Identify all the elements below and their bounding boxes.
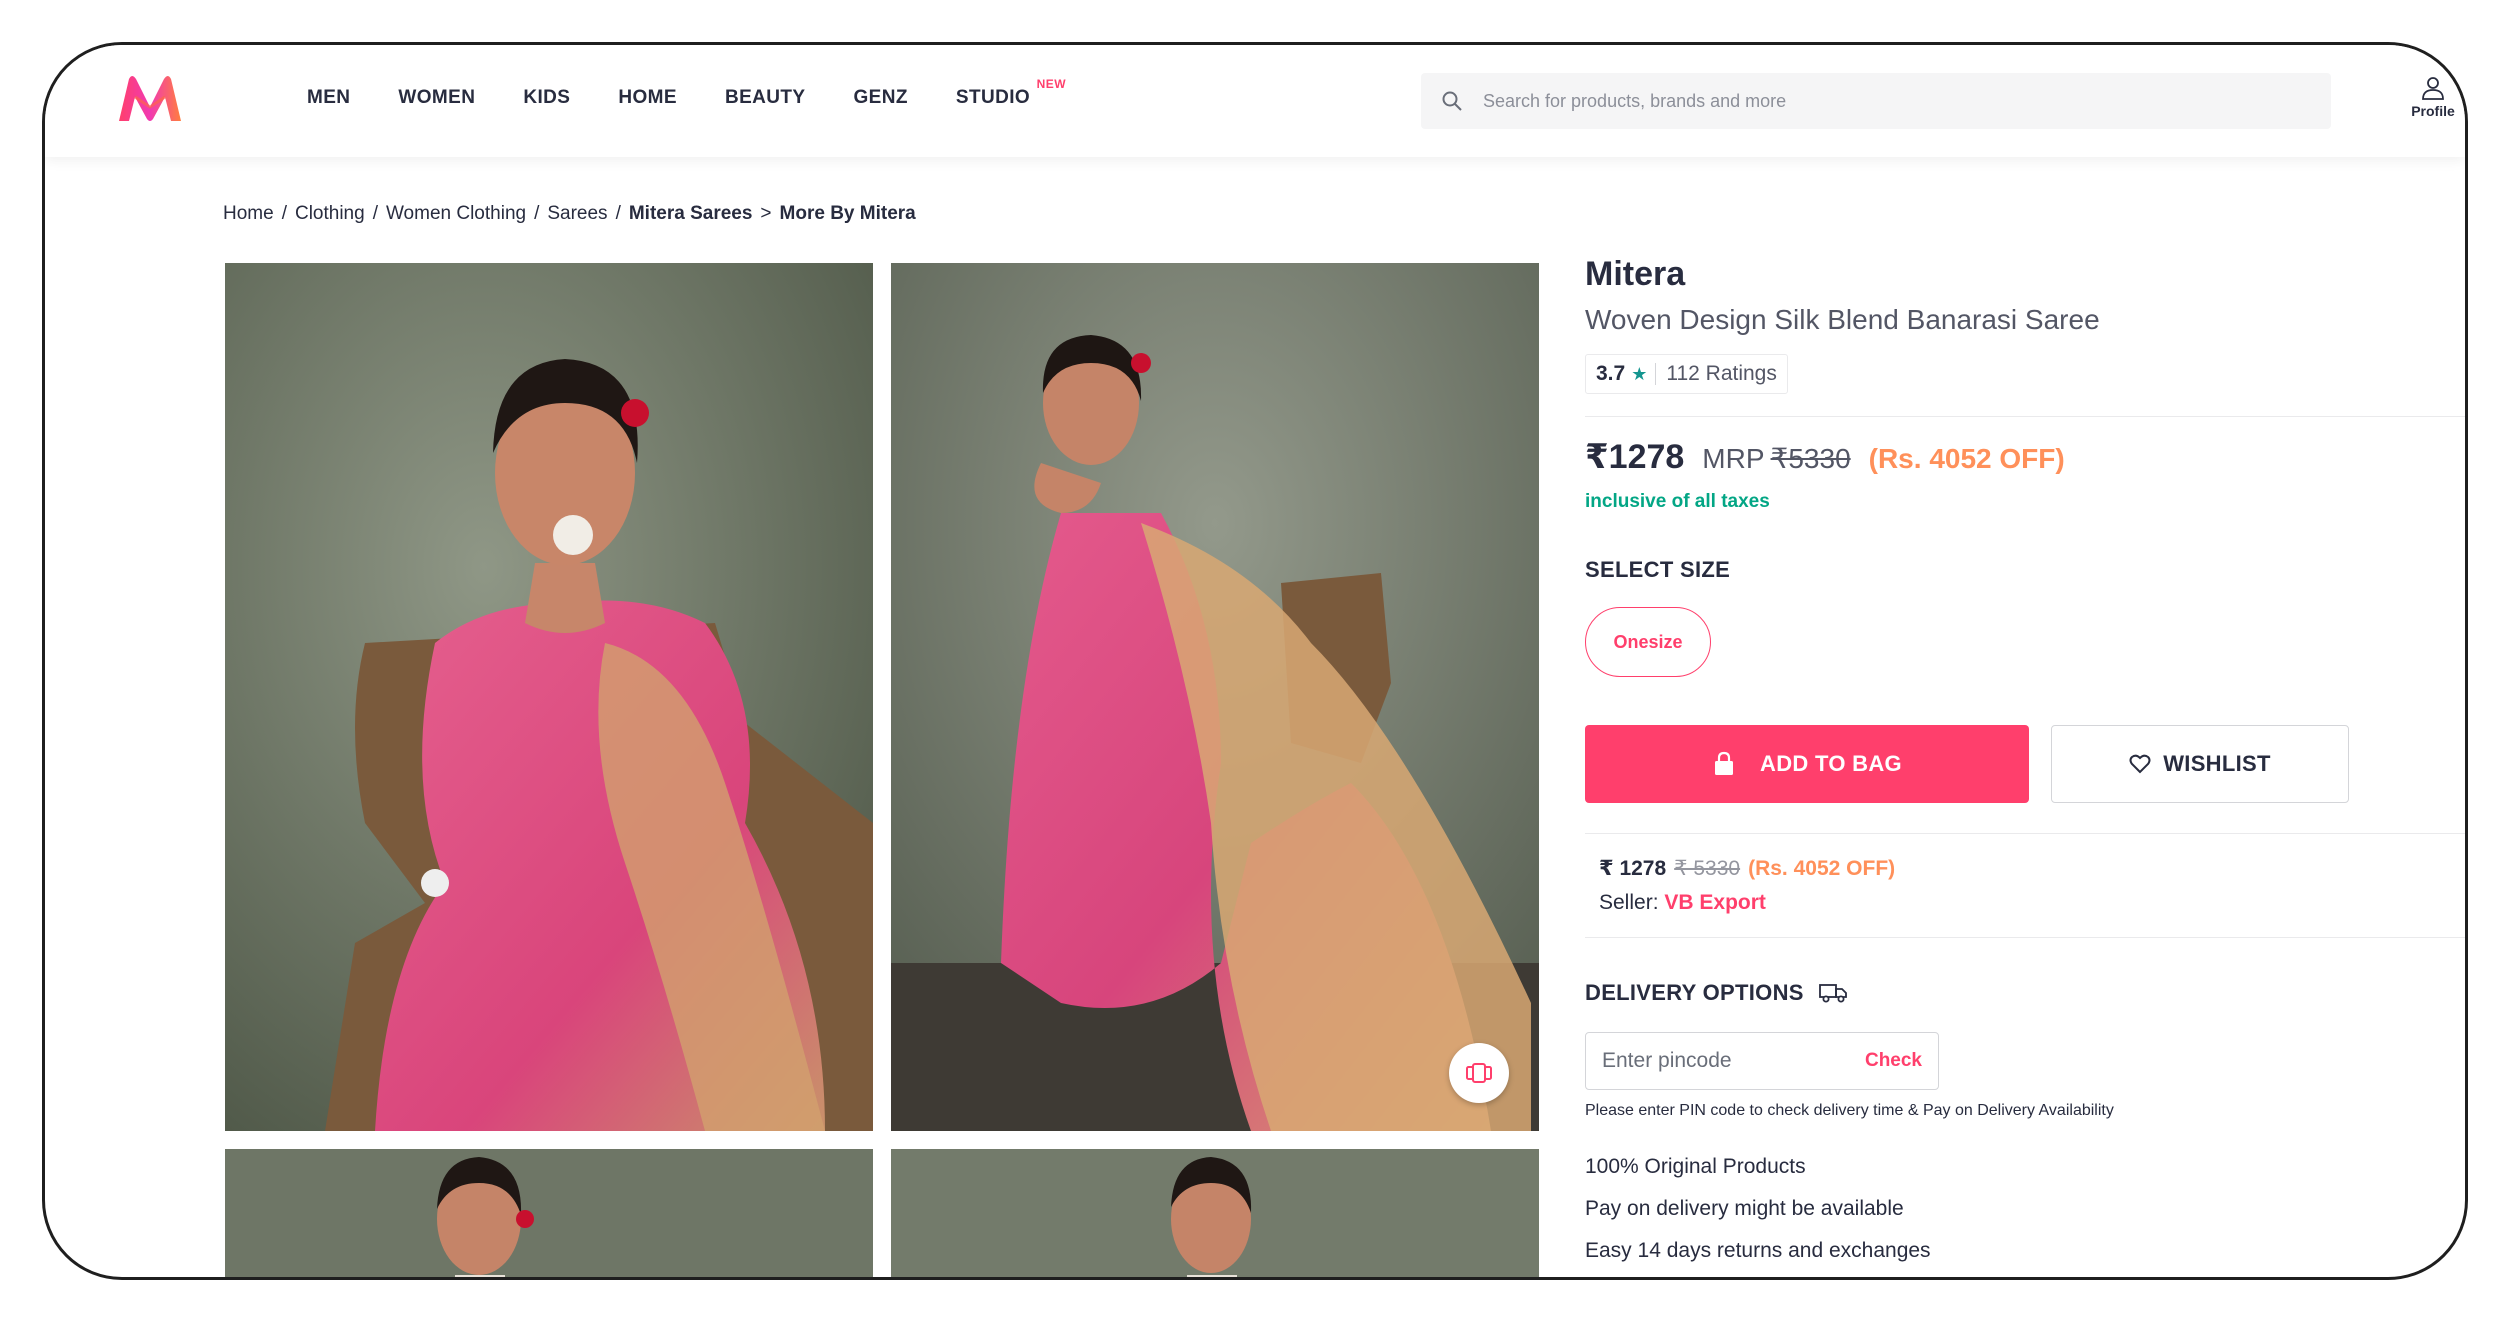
heart-icon: [2129, 754, 2151, 774]
app-frame: MEN WOMEN KIDS HOME BEAUTY GENZ STUDIO N…: [42, 42, 2468, 1280]
product-image-3[interactable]: [225, 1149, 873, 1277]
seller-row: Seller: VB Export: [1599, 891, 2465, 915]
feature-item: 100% Original Products: [1585, 1155, 1806, 1178]
tax-note: inclusive of all taxes: [1585, 491, 1770, 512]
breadcrumb-home[interactable]: Home: [223, 203, 274, 225]
breadcrumb-clothing[interactable]: Clothing: [295, 203, 365, 225]
price-row: ₹1278 MRP ₹5330 (Rs. 4052 OFF): [1585, 437, 2465, 477]
profile-label: Profile: [2411, 103, 2455, 119]
search-bar[interactable]: [1421, 73, 2331, 129]
profile-icon: [2422, 77, 2444, 100]
seller-label: Seller:: [1599, 891, 1659, 914]
nav-women[interactable]: WOMEN: [398, 87, 475, 109]
breadcrumb-women-clothing[interactable]: Women Clothing: [386, 203, 526, 225]
product-info-panel: Mitera Woven Design Silk Blend Banarasi …: [1585, 255, 2465, 1272]
feature-item: Pay on delivery might be available: [1585, 1197, 1904, 1220]
seller-name-link[interactable]: VB Export: [1664, 891, 1766, 914]
rating-value: 3.7: [1596, 362, 1626, 385]
select-size-heading: SELECT SIZE: [1585, 557, 1731, 582]
check-pincode-button[interactable]: Check: [1865, 1050, 1922, 1072]
selling-price: ₹1278: [1585, 438, 1685, 476]
delivery-options-heading: DELIVERY OPTIONS: [1585, 980, 2465, 1006]
bag-icon: [1715, 751, 1734, 775]
product-image-4[interactable]: [891, 1149, 1539, 1277]
seller-mrp: ₹ 5330: [1674, 857, 1741, 880]
nav-men[interactable]: MEN: [307, 87, 350, 109]
seller-discount: (Rs. 4052 OFF): [1748, 857, 1896, 880]
add-to-bag-label: ADD TO BAG: [1760, 751, 1902, 776]
breadcrumb-separator: /: [281, 203, 287, 224]
product-brand[interactable]: Mitera: [1585, 255, 2465, 294]
product-features: 100% Original Products Pay on delivery m…: [1585, 1146, 2465, 1272]
breadcrumb-separator: /: [615, 203, 621, 224]
view-similar-button[interactable]: [1449, 1043, 1509, 1103]
main-nav: MEN WOMEN KIDS HOME BEAUTY GENZ STUDIO N…: [307, 77, 1078, 109]
breadcrumb-more-by-mitera[interactable]: More By Mitera: [780, 203, 916, 225]
truck-icon: [1818, 984, 1847, 1003]
nav-home[interactable]: HOME: [618, 87, 677, 109]
top-header: MEN WOMEN KIDS HOME BEAUTY GENZ STUDIO N…: [45, 45, 2465, 157]
mrp-label: MRP: [1702, 443, 1765, 474]
action-buttons: ADD TO BAG WISHLIST: [1585, 725, 2465, 803]
nav-studio[interactable]: STUDIO NEW: [955, 77, 1066, 109]
star-icon: ★: [1631, 363, 1648, 384]
breadcrumb-separator: /: [534, 203, 540, 224]
rating-divider: [1655, 363, 1657, 385]
rating-count: 112 Ratings: [1666, 362, 1777, 385]
pincode-box: Check: [1585, 1032, 1939, 1090]
feature-item: Easy 14 days returns and exchanges: [1585, 1239, 1931, 1262]
rating-badge[interactable]: 3.7 ★ 112 Ratings: [1585, 354, 1788, 394]
nav-beauty[interactable]: BEAUTY: [725, 87, 806, 109]
product-title: Woven Design Silk Blend Banarasi Saree: [1585, 304, 2100, 335]
search-icon: [1442, 91, 1462, 111]
seller-price: ₹ 1278: [1599, 857, 1667, 880]
add-to-bag-button[interactable]: ADD TO BAG: [1585, 725, 2029, 803]
nav-studio-label: STUDIO: [955, 87, 1031, 108]
myntra-logo-icon[interactable]: [115, 73, 185, 125]
mrp-price: ₹5330: [1770, 443, 1851, 474]
breadcrumb-separator: >: [760, 203, 772, 224]
seller-info: ₹ 1278 ₹ 5330 (Rs. 4052 OFF) Seller: VB …: [1585, 834, 2465, 937]
profile-button[interactable]: Profile: [2405, 75, 2461, 119]
divider: [1585, 416, 2465, 417]
discount-text: (Rs. 4052 OFF): [1868, 443, 2065, 474]
delivery-title: DELIVERY OPTIONS: [1585, 980, 1804, 1005]
new-badge: NEW: [1036, 77, 1067, 91]
seller-price-row: ₹ 1278 ₹ 5330 (Rs. 4052 OFF): [1599, 856, 2465, 881]
product-image-1[interactable]: [225, 263, 873, 1131]
search-input[interactable]: [1483, 90, 2283, 112]
pincode-note: Please enter PIN code to check delivery …: [1585, 1102, 2114, 1119]
size-option-onesize[interactable]: Onesize: [1585, 607, 1711, 677]
divider: [1585, 937, 2465, 938]
nav-genz[interactable]: GENZ: [853, 87, 907, 109]
breadcrumb-separator: /: [372, 203, 378, 224]
breadcrumb-sarees[interactable]: Sarees: [547, 203, 607, 225]
wishlist-button[interactable]: WISHLIST: [2051, 725, 2349, 803]
pincode-input[interactable]: [1602, 1049, 1822, 1073]
product-image-2[interactable]: [891, 263, 1539, 1131]
breadcrumb-mitera-sarees[interactable]: Mitera Sarees: [629, 203, 753, 225]
similar-icon: [1466, 1063, 1492, 1083]
nav-kids[interactable]: KIDS: [523, 87, 570, 109]
wishlist-label: WISHLIST: [2163, 751, 2271, 776]
breadcrumb: Home / Clothing / Women Clothing / Saree…: [223, 203, 916, 225]
